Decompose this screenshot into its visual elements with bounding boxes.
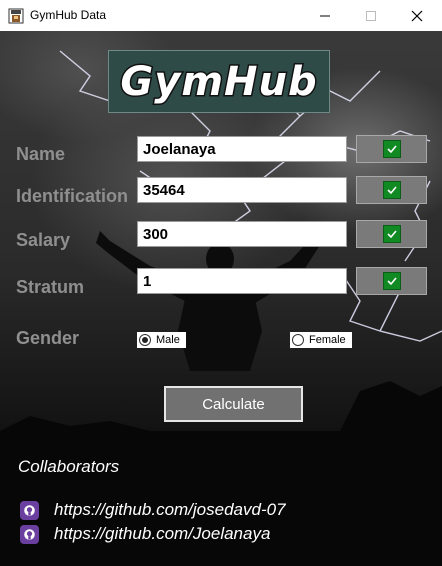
minimize-button[interactable] bbox=[302, 0, 348, 31]
window-title: GymHub Data bbox=[30, 8, 107, 22]
collaborators-heading: Collaborators bbox=[18, 457, 120, 476]
identification-check-button[interactable] bbox=[356, 176, 427, 204]
title-bar: GymHub Data bbox=[0, 0, 442, 32]
name-label: Name bbox=[16, 144, 66, 164]
collaborator-row: https://github.com/Joelanaya bbox=[20, 524, 270, 544]
gymhub-logo: GymHub bbox=[108, 50, 330, 113]
checkmark-icon bbox=[382, 140, 401, 158]
maximize-button[interactable] bbox=[348, 0, 394, 31]
checkmark-icon bbox=[382, 272, 401, 290]
stratum-field[interactable]: 1 bbox=[137, 268, 347, 294]
collaborator-link[interactable]: https://github.com/Joelanaya bbox=[54, 524, 270, 544]
identification-label: Identification bbox=[16, 186, 128, 206]
github-icon bbox=[20, 500, 39, 520]
identification-field[interactable]: 35464 bbox=[137, 177, 347, 203]
salary-field[interactable]: 300 bbox=[137, 221, 347, 247]
gender-label: Gender bbox=[16, 328, 80, 348]
salary-check-button[interactable] bbox=[356, 220, 427, 248]
gender-male-radio[interactable]: Male bbox=[137, 332, 186, 348]
collaborator-link[interactable]: https://github.com/josedavd-07 bbox=[54, 500, 286, 520]
checkmark-icon bbox=[382, 225, 401, 243]
logo-text: GymHub bbox=[119, 57, 318, 106]
calculate-button[interactable]: Calculate bbox=[164, 386, 303, 422]
stratum-check-button[interactable] bbox=[356, 267, 427, 295]
radio-selected-icon bbox=[139, 334, 151, 346]
female-option-label: Female bbox=[309, 334, 346, 346]
male-option-label: Male bbox=[156, 334, 180, 346]
gender-female-radio[interactable]: Female bbox=[290, 332, 352, 348]
name-field[interactable]: Joelanaya bbox=[137, 136, 347, 162]
minimize-icon bbox=[320, 15, 330, 16]
name-check-button[interactable] bbox=[356, 135, 427, 163]
collaborator-row: https://github.com/josedavd-07 bbox=[20, 500, 286, 520]
salary-label: Salary bbox=[16, 230, 71, 250]
checkmark-icon bbox=[382, 181, 401, 199]
maximize-icon bbox=[366, 10, 376, 21]
app-icon bbox=[8, 8, 24, 24]
radio-unselected-icon bbox=[292, 334, 304, 346]
github-icon bbox=[20, 524, 39, 544]
form-background: GymHub Name Joelanaya Identification 354… bbox=[0, 31, 442, 566]
close-button[interactable] bbox=[394, 0, 440, 31]
stratum-label: Stratum bbox=[16, 277, 85, 297]
close-icon bbox=[411, 10, 423, 21]
